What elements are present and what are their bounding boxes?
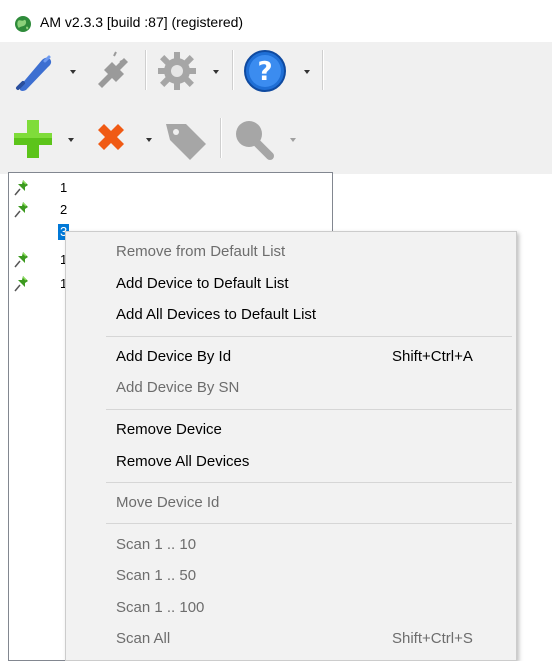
menu-item-label: Add All Devices to Default List [116, 306, 317, 323]
connect-dropdown-arrow[interactable] [70, 70, 76, 74]
context-menu: Remove from Default List Add Device to D… [65, 231, 517, 661]
menu-item-move-device-id[interactable]: Move Device Id [66, 488, 516, 518]
toolbar-separator [232, 50, 234, 90]
menu-item-add-device-to-default-list[interactable]: Add Device to Default List [66, 269, 516, 299]
menu-item-label: Remove Device [116, 421, 222, 438]
menu-item-label: Add Device By SN [116, 379, 240, 396]
remove-device-button[interactable] [88, 116, 134, 162]
globe-icon [15, 16, 31, 32]
tag-icon [166, 124, 206, 160]
help-icon: ? [244, 50, 286, 92]
list-item[interactable]: 2 [9, 199, 329, 221]
menu-item-label: Add Device By Id [116, 348, 232, 365]
tag-button[interactable] [162, 116, 208, 162]
green-pin-icon [14, 202, 28, 218]
list-item[interactable]: 1 [9, 177, 329, 199]
settings-button[interactable] [154, 48, 200, 94]
menu-item-scan-all[interactable]: Scan All Shift+Ctrl+S [66, 624, 516, 654]
window-title: AM v2.3.3 [build :87] (registered) [40, 14, 244, 30]
help-button[interactable]: ? [242, 48, 288, 94]
menu-item-add-device-by-id[interactable]: Add Device By Id Shift+Ctrl+A [66, 342, 516, 372]
menu-item-scan-1-10[interactable]: Scan 1 .. 10 [66, 530, 516, 560]
green-pin-icon [14, 180, 28, 196]
menu-item-label: Scan All [116, 630, 171, 647]
svg-text:?: ? [257, 57, 272, 87]
menu-item-label: Move Device Id [116, 494, 220, 511]
menu-separator [106, 482, 512, 483]
menu-item-label: Scan 1 .. 50 [116, 567, 197, 584]
menu-item-label: Remove All Devices [116, 453, 250, 470]
title-bar: AM v2.3.3 [build :87] (registered) [0, 0, 552, 42]
remove-device-dropdown-arrow[interactable] [146, 138, 152, 142]
connect-button[interactable] [12, 48, 58, 94]
menu-item-shortcut: Shift+Ctrl+A [392, 348, 473, 365]
remove-x-icon [98, 124, 124, 150]
disconnect-plug-icon [98, 51, 128, 88]
toolbar-separator [220, 118, 222, 158]
menu-item-add-all-devices-to-default-list[interactable]: Add All Devices to Default List [66, 300, 516, 330]
menu-item-remove-device[interactable]: Remove Device [66, 415, 516, 445]
menu-item-shortcut: Shift+Ctrl+S [392, 630, 473, 647]
gear-icon [158, 52, 196, 90]
add-plus-icon [14, 120, 52, 158]
connect-plug-icon [16, 55, 52, 91]
add-device-button[interactable] [10, 116, 56, 162]
search-icon [236, 121, 274, 160]
add-device-dropdown-arrow[interactable] [68, 138, 74, 142]
menu-separator [106, 523, 512, 524]
menu-item-remove-from-default-list[interactable]: Remove from Default List [66, 237, 516, 267]
menu-separator [106, 336, 512, 337]
disconnect-button[interactable] [88, 48, 134, 94]
menu-item-label: Remove from Default List [116, 243, 286, 260]
menu-item-label: Scan 1 .. 10 [116, 536, 197, 553]
toolbar-row-main: ? [0, 42, 552, 102]
search-button[interactable] [230, 116, 276, 162]
green-pin-icon [14, 276, 28, 292]
menu-item-scan-1-50[interactable]: Scan 1 .. 50 [66, 561, 516, 591]
toolbar-row-devices [0, 110, 552, 170]
device-id-label: 2 [60, 202, 68, 217]
menu-item-label: Add Device to Default List [116, 275, 289, 292]
settings-dropdown-arrow[interactable] [213, 70, 219, 74]
green-pin-icon [14, 252, 28, 268]
menu-item-add-device-by-sn[interactable]: Add Device By SN [66, 373, 516, 403]
device-id-label: 1 [60, 180, 68, 195]
search-dropdown-arrow[interactable] [290, 138, 296, 142]
help-dropdown-arrow[interactable] [304, 70, 310, 74]
menu-separator [106, 409, 512, 410]
toolbar-separator [322, 50, 324, 90]
toolbar-separator [145, 50, 147, 90]
menu-item-remove-all-devices[interactable]: Remove All Devices [66, 447, 516, 477]
menu-item-scan-1-100[interactable]: Scan 1 .. 100 [66, 593, 516, 623]
menu-item-label: Scan 1 .. 100 [116, 599, 205, 616]
